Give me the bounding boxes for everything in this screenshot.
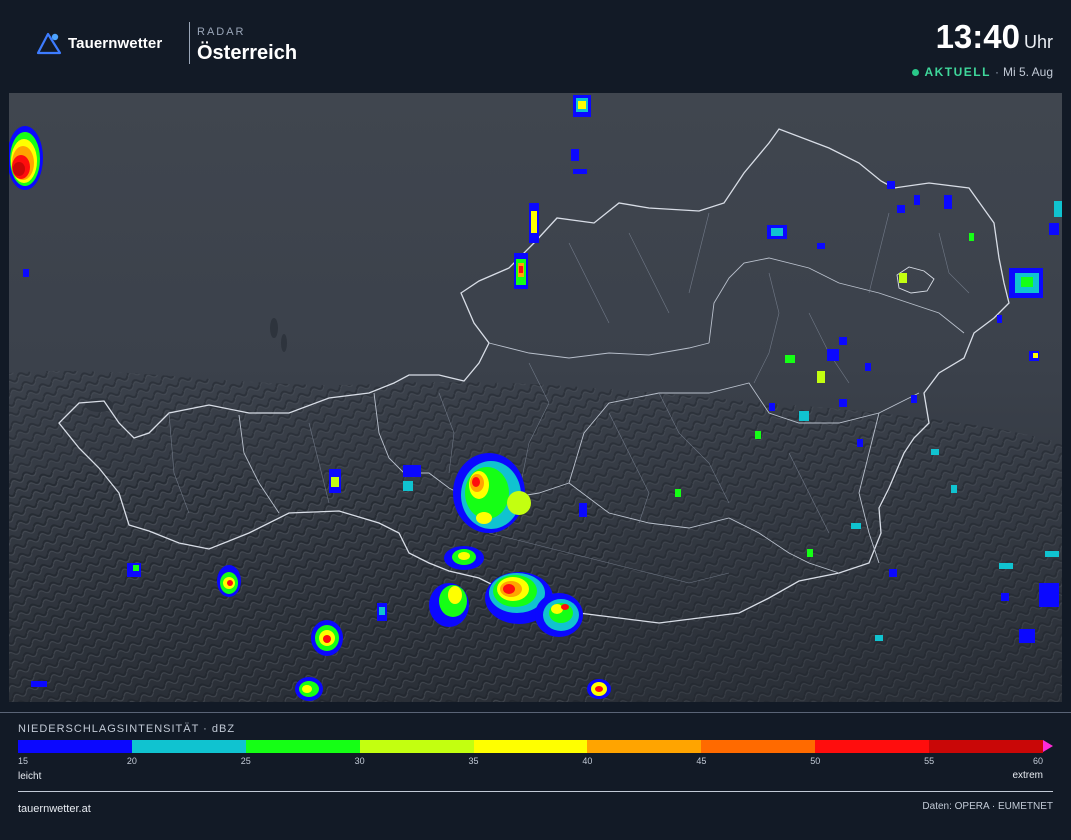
scale-tick-label: 55 — [924, 756, 935, 766]
scale-tick-label: 45 — [696, 756, 707, 766]
time-unit: Uhr — [1023, 32, 1053, 52]
scale-segment — [815, 740, 930, 753]
site-link[interactable]: tauernwetter.at — [18, 803, 91, 815]
data-credits: Daten: OPERA · EUMETNET — [922, 801, 1053, 812]
scale-tick-label: 60 — [1032, 756, 1043, 766]
scale-segment — [473, 740, 588, 753]
scale-segment — [701, 740, 816, 753]
scale-tick-label: 35 — [468, 756, 479, 766]
region-title: Österreich — [197, 42, 298, 64]
scale-tick-label: 20 — [126, 756, 137, 766]
scale-label-low: leicht — [18, 771, 42, 782]
lake — [281, 334, 287, 352]
mountain-icon — [36, 32, 62, 55]
scale-tick-label: 40 — [582, 756, 593, 766]
brand-logo[interactable]: Tauernwetter — [36, 31, 162, 55]
scale-segment — [245, 740, 360, 753]
scale-tick-label: 30 — [354, 756, 365, 766]
legend-title: NIEDERSCHLAGSINTENSITÄT · dBZ — [18, 723, 236, 735]
intensity-scale — [18, 740, 1044, 753]
scale-label-high: extrem — [1012, 770, 1043, 781]
radar-map-canvas — [9, 93, 1062, 702]
scale-segment — [929, 740, 1044, 753]
scale-segment — [587, 740, 702, 753]
status-separator: · — [994, 65, 999, 79]
scale-segment — [359, 740, 474, 753]
timestamp: 13:40 Uhr — [936, 18, 1053, 56]
status-badge: AKTUELL — [924, 65, 991, 79]
time-value: 13:40 — [935, 18, 1020, 55]
radar-map[interactable] — [9, 93, 1062, 702]
footer-divider — [18, 791, 1053, 792]
scale-tick-label: 15 — [18, 756, 29, 766]
header-divider — [189, 22, 190, 64]
lake — [270, 318, 278, 338]
brand-name: Tauernwetter — [68, 34, 163, 52]
live-dot-icon — [912, 68, 920, 76]
scale-ticks: 15 20 25 30 35 40 45 50 55 60 — [18, 756, 1043, 768]
scale-arrow-icon — [1043, 740, 1053, 752]
section-kicker: RADAR — [197, 26, 246, 38]
header: Tauernwetter RADAR Österreich 13:40 Uhr A… — [0, 0, 1071, 88]
legend-divider — [0, 712, 1071, 713]
scale-segment — [131, 740, 246, 753]
scale-segment — [18, 740, 132, 753]
status-line: AKTUELL · Mi 5. Aug — [912, 65, 1053, 79]
scale-tick-label: 50 — [810, 756, 821, 766]
scale-tick-label: 25 — [240, 756, 251, 766]
status-date: Mi 5. Aug — [1002, 65, 1053, 79]
lake-constance — [85, 398, 113, 412]
